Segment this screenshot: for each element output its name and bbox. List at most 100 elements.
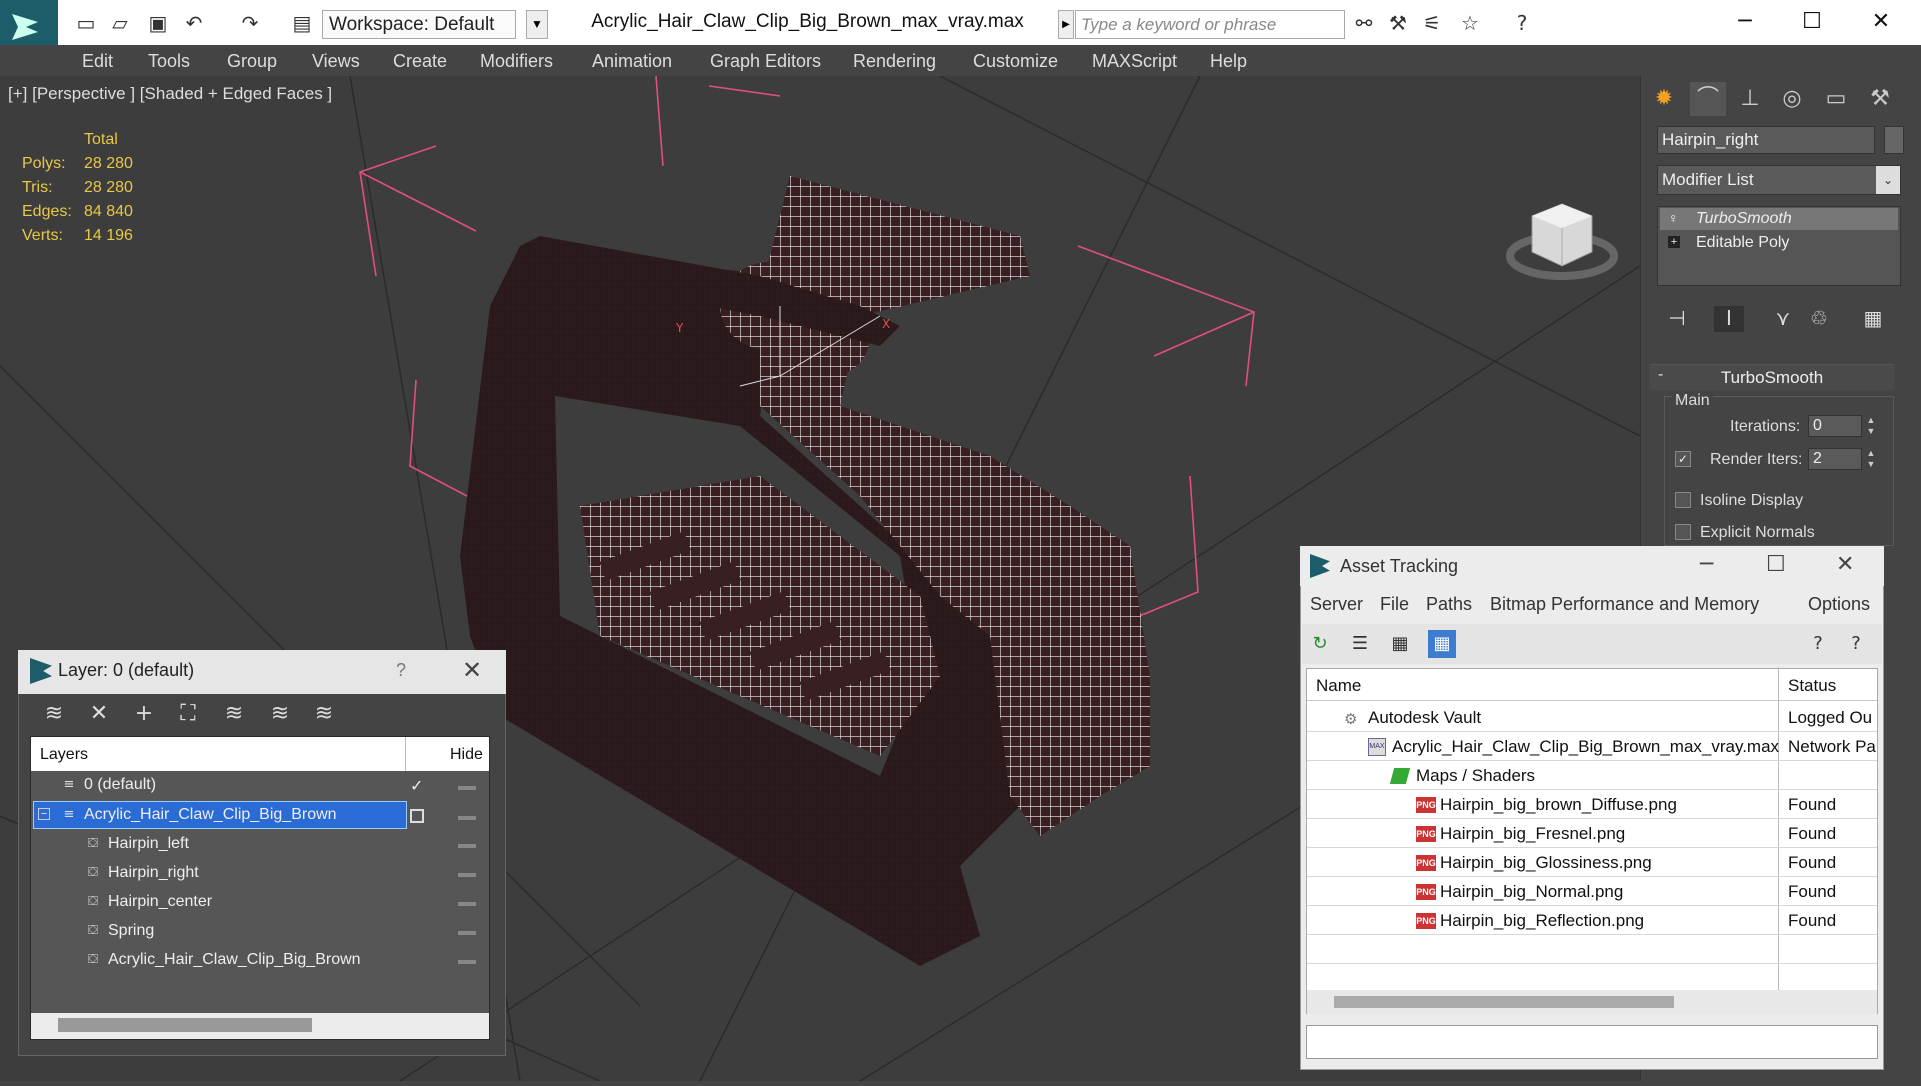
- lightbulb-icon[interactable]: ♀: [1668, 210, 1679, 226]
- help-icon[interactable]: ?: [1510, 12, 1534, 34]
- iterations-spinner[interactable]: 0: [1808, 415, 1862, 437]
- render-iters-spinner[interactable]: 2: [1808, 448, 1862, 470]
- make-unique-icon[interactable]: ⋎: [1768, 306, 1798, 332]
- layer-object-name[interactable]: Hairpin_center: [108, 888, 212, 916]
- binoculars-icon[interactable]: ⚯: [1352, 12, 1376, 34]
- hide-toggle[interactable]: [458, 902, 476, 906]
- menu-options[interactable]: Options: [1808, 594, 1870, 615]
- close-icon[interactable]: ✕: [462, 656, 482, 684]
- asset-name[interactable]: Hairpin_big_brown_Diffuse.png: [1440, 791, 1677, 819]
- expand-plus-icon[interactable]: +: [1668, 236, 1680, 248]
- menu-animation[interactable]: Animation: [592, 48, 672, 74]
- open-file-icon[interactable]: ▱: [108, 12, 132, 34]
- stack-item-editable-poly[interactable]: Editable Poly: [1660, 232, 1898, 254]
- save-icon[interactable]: ▣: [146, 12, 170, 34]
- layer-name[interactable]: 0 (default): [84, 771, 156, 799]
- search-input[interactable]: Type a keyword or phrase: [1075, 10, 1345, 39]
- redo-icon[interactable]: ↷: [238, 12, 262, 34]
- menu-create[interactable]: Create: [393, 48, 447, 74]
- scrollbar-thumb[interactable]: [1334, 996, 1674, 1008]
- render-iters-spinner-arrows[interactable]: ▲ ▼: [1864, 448, 1878, 470]
- show-end-result-icon[interactable]: Ι: [1714, 306, 1744, 332]
- table-view-icon[interactable]: ▦: [1428, 630, 1456, 658]
- menu-maxscript[interactable]: MAXScript: [1092, 48, 1177, 74]
- asset-name[interactable]: Hairpin_big_Reflection.png: [1440, 907, 1644, 935]
- maximize-button[interactable]: ☐: [1766, 552, 1786, 577]
- search-expand-arrow[interactable]: ▶: [1058, 10, 1074, 39]
- undo-icon[interactable]: ↶: [182, 12, 206, 34]
- new-layer-icon[interactable]: ≋: [40, 700, 68, 728]
- asset-path-field[interactable]: [1306, 1025, 1878, 1059]
- hide-toggle[interactable]: [458, 960, 476, 964]
- hide-toggle[interactable]: [458, 786, 476, 790]
- favorite-star-icon[interactable]: ☆: [1458, 12, 1482, 34]
- close-button[interactable]: ✕: [1836, 552, 1854, 577]
- hide-toggle[interactable]: [458, 931, 476, 935]
- menu-bitmap-performance[interactable]: Bitmap Performance and Memory: [1490, 594, 1759, 615]
- select-in-layer-icon[interactable]: ⛶: [174, 700, 202, 728]
- minimize-button[interactable]: ─: [1715, 6, 1775, 38]
- layer-object-name[interactable]: Spring: [108, 917, 154, 945]
- menu-customize[interactable]: Customize: [973, 48, 1058, 74]
- asset-name[interactable]: Autodesk Vault: [1368, 704, 1481, 732]
- menu-views[interactable]: Views: [312, 48, 360, 74]
- tools-icon[interactable]: ⚒: [1386, 12, 1410, 34]
- help-button[interactable]: ?: [396, 660, 406, 681]
- menu-tools[interactable]: Tools: [148, 48, 190, 74]
- column-status[interactable]: Status: [1788, 676, 1836, 696]
- modifier-list-dropdown[interactable]: Modifier List: [1657, 165, 1901, 195]
- asset-name[interactable]: Hairpin_big_Fresnel.png: [1440, 820, 1625, 848]
- close-button[interactable]: ✕: [1851, 6, 1911, 38]
- hide-toggle[interactable]: [458, 873, 476, 877]
- asset-name[interactable]: Hairpin_big_Normal.png: [1440, 878, 1623, 906]
- workspace-dropdown[interactable]: Workspace: Default: [322, 10, 516, 39]
- freeze-all-layers-icon[interactable]: ≋: [310, 700, 338, 728]
- object-name-field[interactable]: Hairpin_right: [1657, 126, 1875, 154]
- display-tab-icon[interactable]: ▭: [1818, 82, 1854, 116]
- layer-object-name[interactable]: Hairpin_left: [108, 830, 189, 858]
- project-folder-icon[interactable]: ▤: [290, 12, 314, 34]
- asset-help-alt-icon[interactable]: ?: [1842, 630, 1870, 658]
- minimize-button[interactable]: ─: [1700, 552, 1713, 577]
- object-color-swatch[interactable]: [1884, 126, 1904, 154]
- hide-toggle[interactable]: [458, 844, 476, 848]
- hierarchy-tab-icon[interactable]: ⊥: [1732, 82, 1768, 116]
- asset-name[interactable]: Acrylic_Hair_Claw_Clip_Big_Brown_max_vra…: [1392, 733, 1779, 761]
- create-tab-icon[interactable]: ✹: [1646, 82, 1682, 116]
- thumbnail-view-icon[interactable]: ▦: [1386, 630, 1414, 658]
- set-active-layer-box[interactable]: [410, 809, 424, 823]
- add-to-layer-icon[interactable]: +: [130, 700, 158, 728]
- signal-icon[interactable]: ⚟: [1420, 12, 1444, 34]
- remove-modifier-icon[interactable]: ♲: [1804, 306, 1834, 332]
- menu-graph-editors[interactable]: Graph Editors: [710, 48, 821, 74]
- menu-help[interactable]: Help: [1210, 48, 1247, 74]
- menu-paths[interactable]: Paths: [1426, 594, 1472, 615]
- menu-rendering[interactable]: Rendering: [853, 48, 936, 74]
- menu-server[interactable]: Server: [1310, 594, 1363, 615]
- viewport-label[interactable]: [+] [Perspective ] [Shaded + Edged Faces…: [8, 84, 332, 104]
- isoline-display-checkbox[interactable]: [1675, 492, 1691, 508]
- stack-item-turbosmooth[interactable]: TurboSmooth: [1660, 208, 1898, 230]
- menu-file[interactable]: File: [1380, 594, 1409, 615]
- layer-object-name[interactable]: Acrylic_Hair_Claw_Clip_Big_Brown: [108, 946, 361, 974]
- delete-layer-icon[interactable]: ✕: [85, 700, 113, 728]
- render-iters-checkbox[interactable]: ✓: [1675, 451, 1691, 467]
- hide-toggle[interactable]: [458, 816, 476, 820]
- menu-modifiers[interactable]: Modifiers: [480, 48, 553, 74]
- iterations-spinner-arrows[interactable]: ▲ ▼: [1864, 415, 1878, 437]
- active-layer-check-icon[interactable]: ✓: [410, 776, 423, 796]
- menu-group[interactable]: Group: [227, 48, 277, 74]
- asset-name[interactable]: Maps / Shaders: [1416, 762, 1535, 790]
- column-layers[interactable]: Layers: [40, 746, 88, 764]
- refresh-icon[interactable]: ↻: [1306, 630, 1334, 658]
- column-name[interactable]: Name: [1316, 676, 1361, 696]
- menu-edit[interactable]: Edit: [82, 48, 113, 74]
- hide-all-layers-icon[interactable]: ≋: [266, 700, 294, 728]
- scrollbar-thumb[interactable]: [58, 1018, 312, 1032]
- workspace-menu-arrow[interactable]: ▼: [526, 10, 548, 39]
- pin-stack-icon[interactable]: ⊣: [1662, 306, 1692, 332]
- asset-help-icon[interactable]: ?: [1804, 630, 1832, 658]
- configure-modifier-sets-icon[interactable]: ▦: [1858, 306, 1888, 332]
- list-view-icon[interactable]: ☰: [1346, 630, 1374, 658]
- highlight-layer-icon[interactable]: ≋: [220, 700, 248, 728]
